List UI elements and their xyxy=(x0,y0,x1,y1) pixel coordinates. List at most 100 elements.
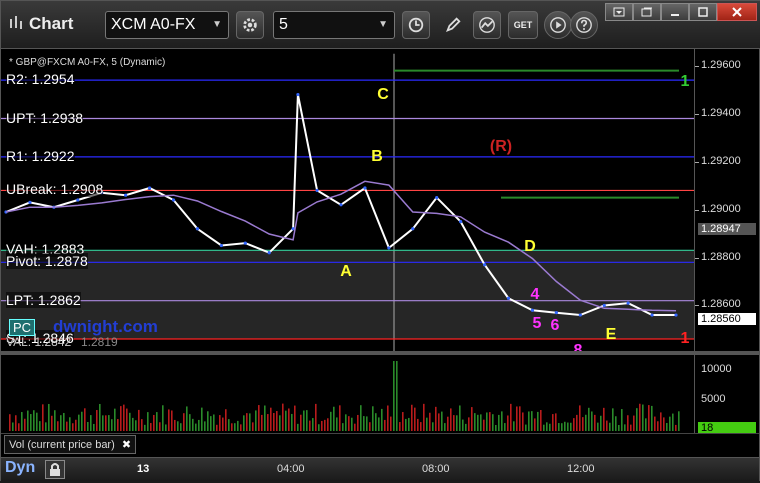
price-point xyxy=(363,186,367,190)
symbol-selector[interactable]: XCM A0-FX ▼ xyxy=(105,11,229,39)
volume-bar xyxy=(411,404,413,431)
level-label: UPT: 1.2938 xyxy=(6,109,84,126)
volume-bar xyxy=(408,417,410,431)
volume-bar xyxy=(567,422,569,431)
volume-bar xyxy=(213,414,215,431)
volume-bar xyxy=(444,423,446,431)
volume-bar xyxy=(66,421,68,431)
volume-bar xyxy=(318,424,320,431)
price-point xyxy=(626,301,630,305)
volume-bar xyxy=(456,415,458,431)
close-button[interactable] xyxy=(717,3,757,21)
level-label: R1: 1.2922 xyxy=(6,147,75,164)
level-label: R2: 1.2954 xyxy=(6,71,75,88)
draw-button[interactable] xyxy=(439,11,467,39)
price-tick-label: 1.29600 xyxy=(701,58,741,71)
price-chart[interactable]: A B C D E (R) 4 5 6 8 1 1 xyxy=(1,49,694,351)
volume-bar xyxy=(120,406,122,431)
last-value-badge: 1.28947 xyxy=(698,223,756,235)
volume-bar xyxy=(675,424,677,431)
minimize-button[interactable] xyxy=(661,3,689,21)
volume-bar xyxy=(621,409,623,431)
settings-button[interactable] xyxy=(236,11,264,39)
volume-bar xyxy=(189,414,191,431)
volume-bar xyxy=(528,411,530,431)
price-point xyxy=(387,246,391,250)
volume-bar xyxy=(75,419,77,431)
close-icon xyxy=(732,7,742,17)
volume-bar xyxy=(168,409,170,431)
volume-bar xyxy=(201,407,203,431)
watermark: dwnight.com xyxy=(53,317,158,336)
interval-selector[interactable]: 5 ▼ xyxy=(273,11,395,39)
volume-bar xyxy=(84,408,86,431)
volume-bar xyxy=(48,403,50,431)
volume-bar xyxy=(309,420,311,431)
lock-button[interactable] xyxy=(45,460,65,479)
price-point xyxy=(674,313,678,317)
volume-bar xyxy=(165,424,167,431)
volume-bar xyxy=(288,408,290,431)
time-axis[interactable]: Dyn 13 04:00 08:00 12:00 xyxy=(1,457,759,481)
price-tick-label: 1.29200 xyxy=(701,154,741,167)
volume-bar xyxy=(384,419,386,431)
volume-bar xyxy=(630,424,632,431)
price-axis[interactable]: 1.29600 1.29400 1.29200 1.29000 1.28800 1.286… xyxy=(694,49,756,351)
get-button[interactable]: GET xyxy=(508,11,538,39)
price-point xyxy=(554,311,558,315)
volume-bar xyxy=(378,417,380,431)
volume-bar xyxy=(42,404,44,431)
volume-bar xyxy=(198,419,200,431)
price-point xyxy=(506,296,511,300)
volume-bar xyxy=(162,405,164,431)
volume-bar xyxy=(561,423,563,431)
volume-bar xyxy=(372,406,374,431)
volume-bar xyxy=(489,412,491,431)
volume-bar xyxy=(651,405,653,431)
volume-chart[interactable] xyxy=(1,355,694,433)
volume-bar xyxy=(291,413,293,431)
price-point xyxy=(602,303,606,308)
volume-bar xyxy=(207,411,209,431)
time-button[interactable] xyxy=(402,11,430,39)
chevron-down-icon: ▼ xyxy=(212,19,222,30)
volume-bar xyxy=(597,422,599,431)
volume-bar xyxy=(504,423,506,431)
volume-bar xyxy=(129,412,131,431)
price-tick-mark xyxy=(695,305,699,307)
volume-bar xyxy=(339,405,341,431)
volume-bar xyxy=(264,405,266,431)
volume-bar xyxy=(192,418,194,431)
volume-bar xyxy=(363,416,365,431)
volume-bar xyxy=(282,403,284,431)
price-point xyxy=(459,219,463,224)
volume-bar xyxy=(474,413,476,431)
volume-bar xyxy=(450,408,452,431)
volume-bar xyxy=(585,414,587,431)
play-button[interactable] xyxy=(544,11,572,39)
volume-bar xyxy=(255,410,257,431)
restore-button[interactable] xyxy=(633,3,661,21)
volume-bar xyxy=(57,421,59,431)
volume-bar xyxy=(324,419,326,431)
volume-bar xyxy=(171,410,173,431)
gear-icon xyxy=(243,18,257,32)
volume-bar xyxy=(492,414,494,431)
maximize-button[interactable] xyxy=(689,3,717,21)
menu-button[interactable] xyxy=(605,3,633,21)
price-point xyxy=(147,186,152,190)
volume-bar xyxy=(177,421,179,431)
volume-bar xyxy=(141,419,143,431)
volume-tick-label: 10000 xyxy=(701,363,732,375)
help-button[interactable] xyxy=(570,11,598,39)
volume-bar xyxy=(477,414,479,431)
volume-bar xyxy=(15,415,17,431)
volume-bar xyxy=(228,419,230,431)
volume-bar xyxy=(390,416,392,431)
volume-bar xyxy=(159,422,161,431)
close-icon[interactable]: ✖ xyxy=(122,439,131,451)
volume-bar xyxy=(144,424,146,431)
studies-button[interactable] xyxy=(473,11,501,39)
annotation-label: B xyxy=(371,148,383,165)
chevron-down-icon: ▼ xyxy=(378,19,388,30)
